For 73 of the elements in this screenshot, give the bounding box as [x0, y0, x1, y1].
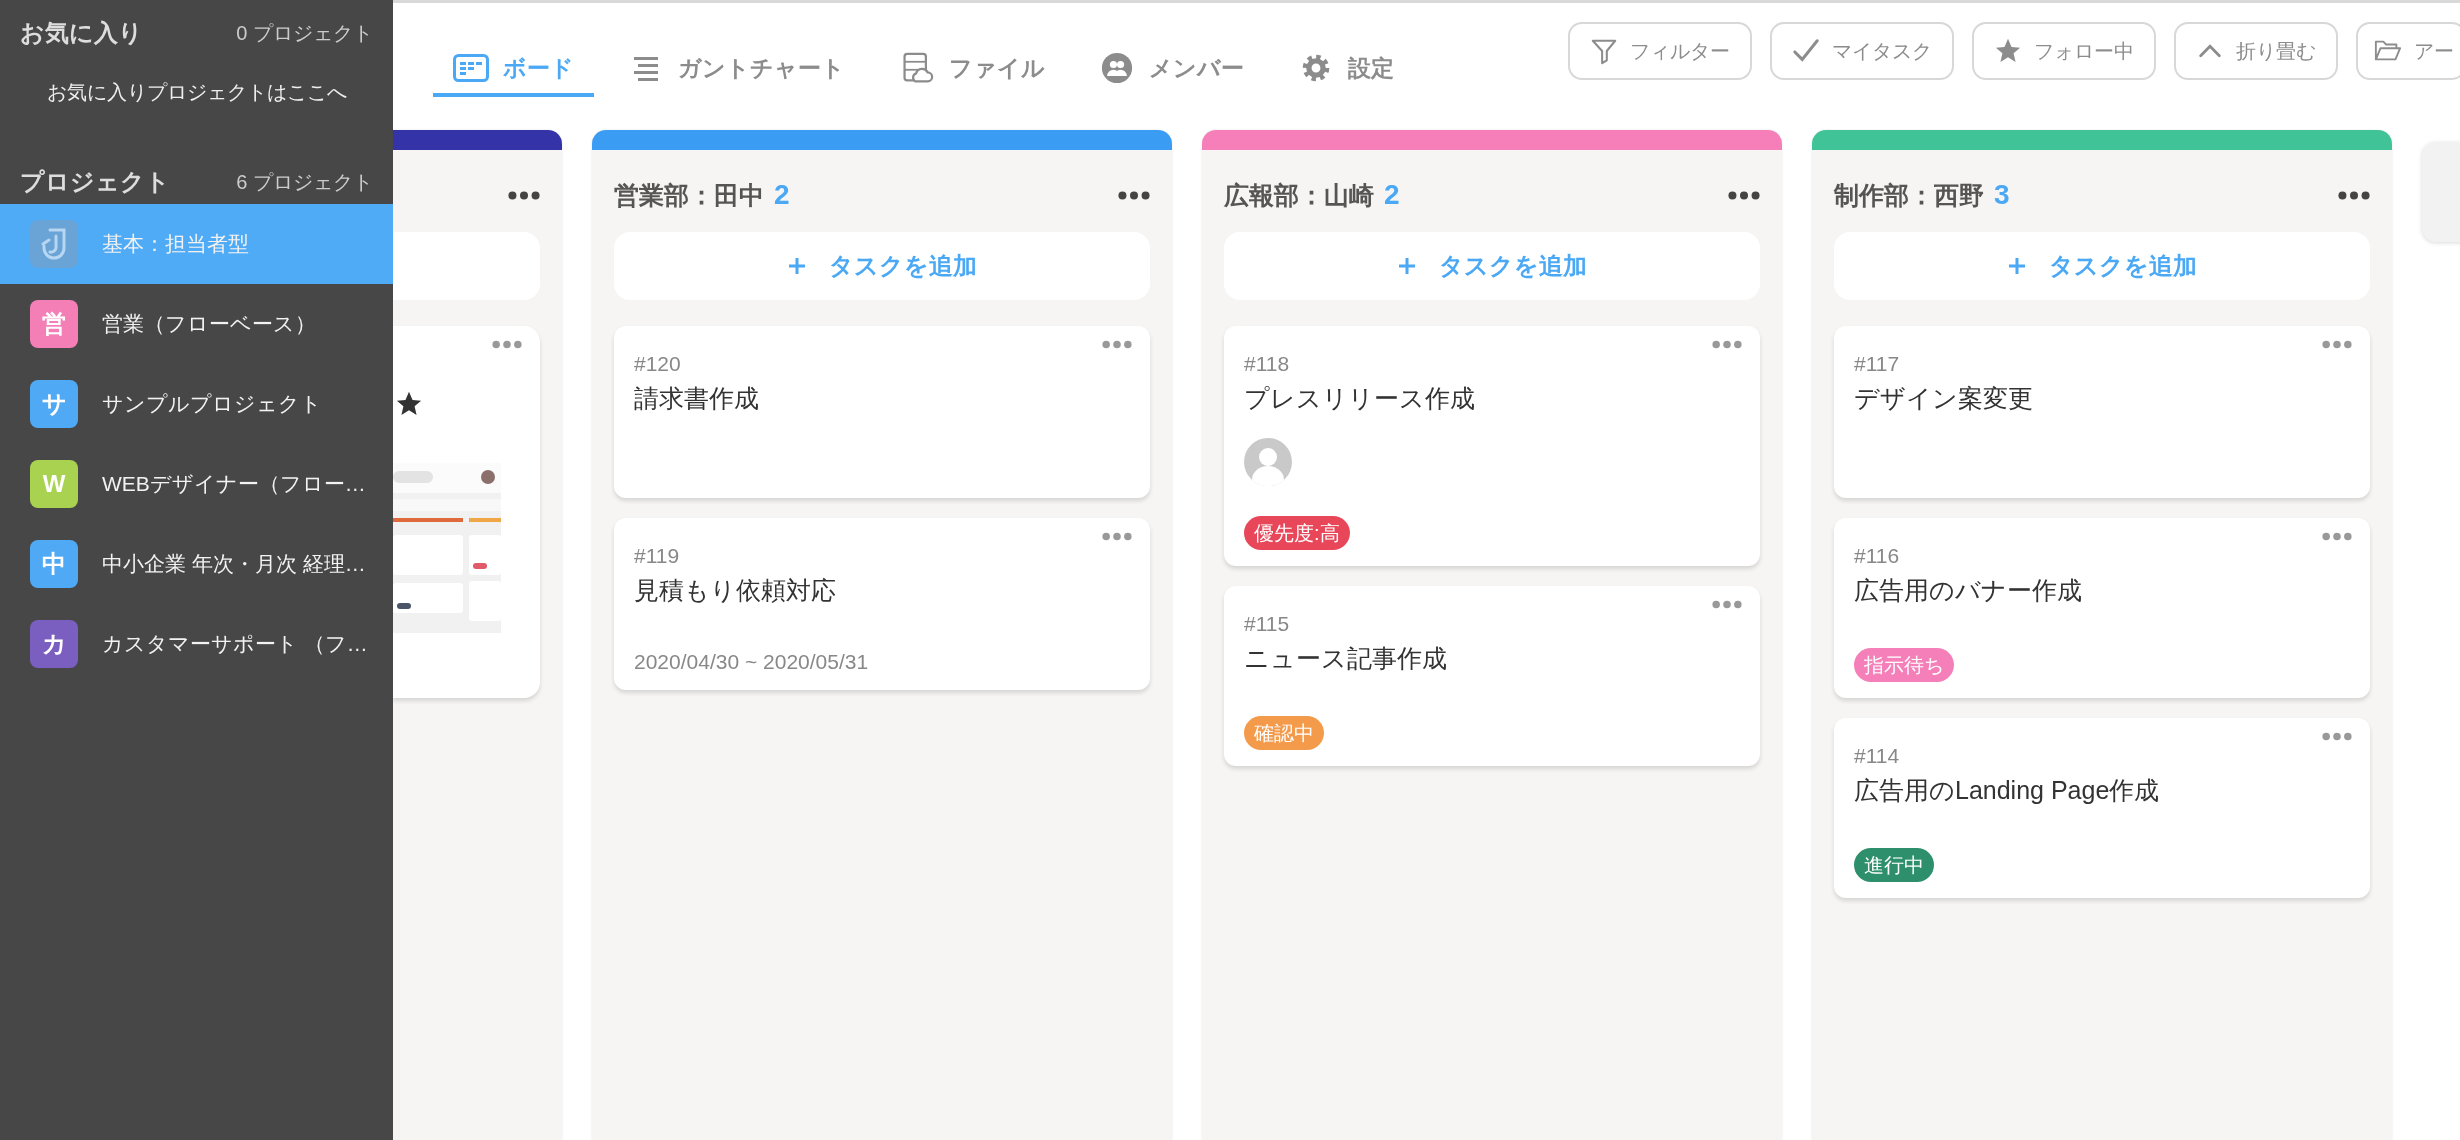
- toolbar-button[interactable]: アー: [2356, 22, 2460, 80]
- project-item[interactable]: 営 営業（フローベース）: [0, 284, 393, 364]
- task-card[interactable]: #118 プレスリリース作成 優先度:高: [1224, 326, 1760, 566]
- project-avatar: 営: [30, 300, 78, 348]
- task-card[interactable]: #114 広告用のLanding Page作成 進行中: [1834, 718, 2370, 898]
- task-dates: 2020/04/30 ~ 2020/05/31: [634, 649, 869, 674]
- project-item[interactable]: W WEBデザイナー（フロー…: [0, 444, 393, 524]
- project-item[interactable]: サ サンプルプロジェクト: [0, 364, 393, 444]
- task-number: #116: [1854, 543, 1900, 569]
- more-icon[interactable]: [2338, 190, 2370, 200]
- column-title: 広報部：山崎: [1224, 179, 1374, 211]
- status-tag: 進行中: [1854, 848, 1934, 882]
- project-avatar: 中: [30, 540, 78, 588]
- toolbar-button[interactable]: フォロー中: [1972, 22, 2156, 80]
- project-avatar: W: [30, 460, 78, 508]
- status-tag: 確認中: [1244, 716, 1324, 750]
- members-icon: [1099, 52, 1135, 84]
- project-avatar: カ: [30, 620, 78, 668]
- task-title: 見積もり依頼対応: [634, 575, 836, 606]
- task-title: プレスリリース作成: [1244, 383, 1475, 414]
- toolbar-button[interactable]: 折り畳む: [2174, 22, 2338, 80]
- logo-icon: [30, 220, 78, 268]
- project-avatar: サ: [30, 380, 78, 428]
- task-count: 2: [1384, 179, 1400, 211]
- project-item[interactable]: 中 中小企業 年次・月次 経理…: [0, 524, 393, 604]
- project-item[interactable]: カ カスタマーサポート （フ…: [0, 604, 393, 684]
- project-item[interactable]: 基本：担当者型: [0, 204, 393, 284]
- task-title: 広告用のLanding Page作成: [1854, 775, 2160, 806]
- add-task-button[interactable]: タスクを追加: [1834, 232, 2370, 300]
- tab[interactable]: ファイル: [879, 43, 1065, 97]
- section-title: プロジェクト: [20, 167, 170, 197]
- task-title: ニュース記事作成: [1244, 643, 1447, 674]
- more-icon[interactable]: [1118, 190, 1150, 200]
- board-icon: [453, 52, 489, 84]
- task-number: #118: [1244, 351, 1290, 377]
- toolbar-button[interactable]: フィルター: [1568, 22, 1752, 80]
- task-title: 広告用のバナー作成: [1854, 575, 2082, 606]
- tab[interactable]: 設定: [1278, 43, 1414, 97]
- add-task-button[interactable]: タスクを追加: [614, 232, 1150, 300]
- plus-icon: [1397, 256, 1417, 276]
- task-card[interactable]: #116 広告用のバナー作成 指示待ち: [1834, 518, 2370, 698]
- tab[interactable]: メンバー: [1079, 43, 1264, 97]
- add-task-button[interactable]: タスクを追加: [1224, 232, 1760, 300]
- task-number: #120: [634, 351, 681, 377]
- tab[interactable]: ボード: [433, 43, 594, 97]
- status-tag: 指示待ち: [1854, 648, 1954, 682]
- column-title: 営業部：田中: [614, 179, 764, 211]
- task-number: #117: [1854, 351, 1900, 377]
- project-count: 0 プロジェクト: [236, 20, 373, 46]
- task-count: 3: [1994, 179, 2010, 211]
- task-number: #119: [634, 543, 680, 569]
- status-tag: 優先度:高: [1244, 516, 1350, 550]
- task-card[interactable]: #120 請求書作成: [614, 326, 1150, 498]
- plus-icon: [2007, 256, 2027, 276]
- task-count: 2: [774, 179, 790, 211]
- more-icon[interactable]: [1728, 190, 1760, 200]
- task-number: #114: [1854, 743, 1900, 769]
- empty-message: お気に入りプロジェクトはここへ: [45, 80, 348, 105]
- filter-icon: [1590, 37, 1618, 65]
- task-number: #115: [1244, 611, 1290, 637]
- task-card[interactable]: #119 見積もり依頼対応 2020/04/30 ~ 2020/05/31: [614, 518, 1150, 690]
- task-title: デザイン案変更: [1854, 383, 2033, 414]
- task-title: 請求書作成: [634, 383, 759, 414]
- section-title: お気に入り: [20, 18, 143, 48]
- toolbar-button[interactable]: マイタスク: [1770, 22, 1954, 80]
- task-card[interactable]: #115 ニュース記事作成 確認中: [1224, 586, 1760, 766]
- more-icon[interactable]: [508, 190, 540, 200]
- tab[interactable]: ガントチャート: [608, 43, 865, 97]
- task-card[interactable]: [393, 326, 540, 698]
- plus-icon: [787, 256, 807, 276]
- task-card[interactable]: #117 デザイン案変更: [1834, 326, 2370, 498]
- project-count: 6 プロジェクト: [236, 169, 373, 195]
- column-title: 制作部：西野: [1834, 179, 1984, 211]
